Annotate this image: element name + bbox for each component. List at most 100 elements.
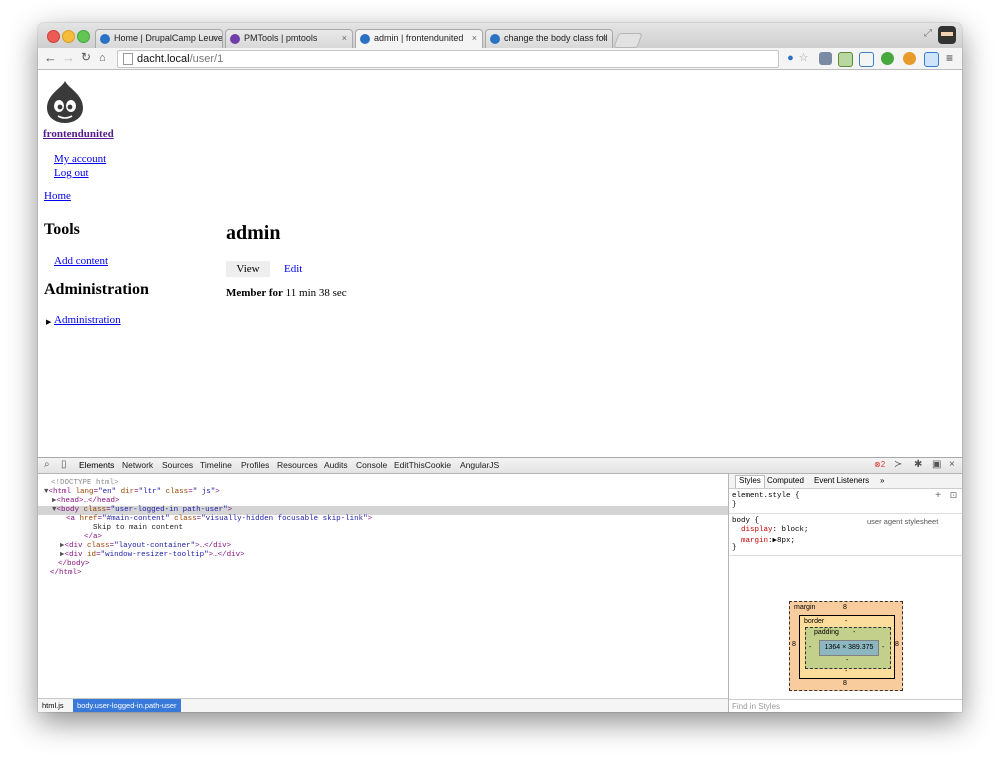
minimize-window-button[interactable] — [62, 30, 75, 43]
crumb-html[interactable]: html.js — [42, 701, 64, 710]
layout-container-line[interactable]: ▶<div class="layout-container">…</div> — [60, 542, 231, 551]
url-path: /user/1 — [189, 53, 224, 65]
dom-tree[interactable]: <!DOCTYPE html> ▼<html lang="en" dir="lt… — [38, 474, 728, 697]
tab-edit[interactable]: Edit — [284, 261, 302, 277]
breadcrumb-home-link[interactable]: Home — [44, 190, 71, 202]
close-devtools-icon[interactable]: × — [949, 459, 955, 470]
border-bottom-value: - — [845, 668, 848, 675]
extension-evernote-icon[interactable] — [881, 52, 894, 65]
devtools-tab-profiles[interactable]: Profiles — [241, 460, 269, 470]
styles-pane: Styles Computed Event Listeners » elemen… — [728, 474, 962, 712]
box-model-padding[interactable]: padding - - - - 1364 × 389.375 — [805, 627, 891, 669]
styles-tab[interactable]: Styles — [735, 475, 765, 488]
devtools-tab-timeline[interactable]: Timeline — [200, 460, 232, 470]
extension-page-icon[interactable] — [838, 52, 853, 67]
close-tab-icon[interactable]: × — [602, 33, 607, 43]
error-count-badge[interactable]: ⊗2 — [874, 460, 885, 469]
devtools-tab-network[interactable]: Network — [122, 460, 153, 470]
styles-tab-bar: Styles Computed Event Listeners » — [729, 474, 962, 489]
doctype-line[interactable]: <!DOCTYPE html> — [51, 479, 119, 488]
fullscreen-icon[interactable]: ⤢ — [924, 28, 932, 39]
drupal-extension-icon[interactable]: ● — [784, 52, 797, 65]
console-drawer-icon[interactable]: ≻ — [894, 459, 902, 470]
display-declaration[interactable]: display: block; — [741, 526, 809, 534]
devtools-tab-audits[interactable]: Audits — [324, 460, 348, 470]
page-viewport: frontendunited My account Log out Home T… — [38, 70, 962, 457]
browser-tab-pmtools[interactable]: PMTools | pmtools × — [225, 29, 353, 48]
browser-toolbar: ← → ↻ ⌂ dacht.local/user/1 ● ☆ ≡ — [38, 48, 962, 70]
browser-tab-drupalcamp[interactable]: Home | DrupalCamp Leuve × — [95, 29, 223, 48]
extension-camera-icon[interactable] — [819, 52, 832, 65]
tab-title: Home | DrupalCamp Leuve — [114, 33, 223, 43]
body-rule-close: } — [732, 544, 737, 552]
close-tab-icon[interactable]: × — [342, 33, 347, 43]
reload-icon[interactable]: ↻ — [81, 50, 91, 64]
element-style-rule[interactable]: element.style { — [732, 492, 800, 500]
drupal-favicon-icon — [100, 34, 110, 44]
close-tab-icon[interactable]: × — [472, 33, 477, 43]
my-account-link[interactable]: My account — [54, 153, 106, 165]
margin-right-value: 8 — [895, 641, 899, 648]
devtools-tab-editthiscookie[interactable]: EditThisCookie — [394, 460, 451, 470]
find-in-styles-input[interactable]: Find in Styles — [729, 699, 962, 712]
menu-icon[interactable]: ≡ — [943, 52, 956, 65]
log-out-link[interactable]: Log out — [54, 167, 89, 179]
close-window-button[interactable] — [47, 30, 60, 43]
resizer-tooltip-line[interactable]: ▶<div id="window-resizer-tooltip">…</div… — [60, 551, 245, 560]
devtools-tab-sources[interactable]: Sources — [162, 460, 193, 470]
skip-link-text[interactable]: Skip to main content — [93, 524, 183, 533]
zoom-window-button[interactable] — [77, 30, 90, 43]
profile-avatar-icon[interactable] — [938, 26, 956, 44]
computed-tab[interactable]: Computed — [767, 476, 804, 485]
extension-resize-icon[interactable] — [859, 52, 874, 67]
box-model-content[interactable]: 1364 × 389.375 — [819, 640, 879, 656]
extension-cookie-icon[interactable] — [903, 52, 916, 65]
close-tab-icon[interactable]: × — [212, 33, 217, 43]
html-open-line[interactable]: ▼<html lang="en" dir="ltr" class=" js"> — [44, 488, 220, 497]
margin-top-value: 8 — [843, 604, 847, 611]
devtools-tab-angularjs[interactable]: AngularJS — [460, 460, 499, 470]
head-line[interactable]: ▶<head>…</head> — [52, 497, 120, 506]
forward-arrow-icon[interactable]: → — [62, 50, 75, 65]
browser-tab-change-body-class[interactable]: change the body class foll × — [485, 29, 613, 48]
margin-declaration[interactable]: margin:▶8px; — [741, 535, 795, 545]
skip-link-line[interactable]: <a href="#main-content" class="visually-… — [66, 515, 372, 524]
tab-view[interactable]: View — [226, 261, 270, 277]
body-open-line[interactable]: ▼<body class="user-logged-in path-user"> — [52, 506, 232, 515]
tab-title: PMTools | pmtools — [244, 33, 318, 43]
device-mode-icon[interactable]: ▯ — [61, 459, 67, 470]
inspect-search-icon[interactable]: ⌕ — [44, 459, 50, 470]
address-bar[interactable]: dacht.local/user/1 — [117, 50, 779, 68]
margin-label: margin — [794, 604, 816, 611]
devtools-tab-resources[interactable]: Resources — [277, 460, 318, 470]
administration-link[interactable]: Administration — [54, 314, 121, 326]
html-close-line[interactable]: </html> — [50, 569, 82, 578]
devtools-tab-elements[interactable]: Elements — [79, 460, 114, 470]
padding-bottom-value: - — [846, 657, 849, 664]
margin-bottom-value: 8 — [843, 680, 847, 687]
box-model-border[interactable]: border - - padding - - - - 1364 × 389.37… — [799, 615, 895, 679]
border-top-value: - — [845, 618, 848, 625]
a-close-line[interactable]: </a> — [84, 533, 102, 542]
box-model-margin[interactable]: margin 8 8 8 8 border - - padding - - - — [789, 601, 903, 691]
body-selector[interactable]: body { — [732, 517, 759, 525]
body-close-line[interactable]: </body> — [58, 560, 90, 569]
devtools-tab-console[interactable]: Console — [356, 460, 387, 470]
element-style-close: } — [732, 501, 737, 509]
browser-tab-admin[interactable]: admin | frontendunited × — [355, 29, 483, 49]
add-rule-plus-icon[interactable]: + — [935, 490, 941, 501]
site-name-link[interactable]: frontendunited — [43, 128, 114, 140]
drupal-logo-icon[interactable] — [45, 80, 85, 124]
extension-window-icon[interactable] — [924, 52, 939, 67]
new-tab-button[interactable] — [613, 33, 643, 48]
back-arrow-icon[interactable]: ← — [44, 50, 57, 65]
toggle-state-icon[interactable]: ⚀ — [950, 491, 957, 500]
crumb-body[interactable]: body.user-logged-in.path-user — [73, 699, 181, 712]
more-tabs-chevron[interactable]: » — [880, 476, 884, 485]
event-listeners-tab[interactable]: Event Listeners — [814, 476, 869, 485]
dock-icon[interactable]: ▣ — [932, 459, 941, 470]
settings-gear-icon[interactable]: ✱ — [914, 459, 922, 470]
add-content-link[interactable]: Add content — [54, 255, 108, 267]
home-icon[interactable]: ⌂ — [99, 52, 106, 64]
bookmark-star-icon[interactable]: ☆ — [797, 52, 810, 65]
